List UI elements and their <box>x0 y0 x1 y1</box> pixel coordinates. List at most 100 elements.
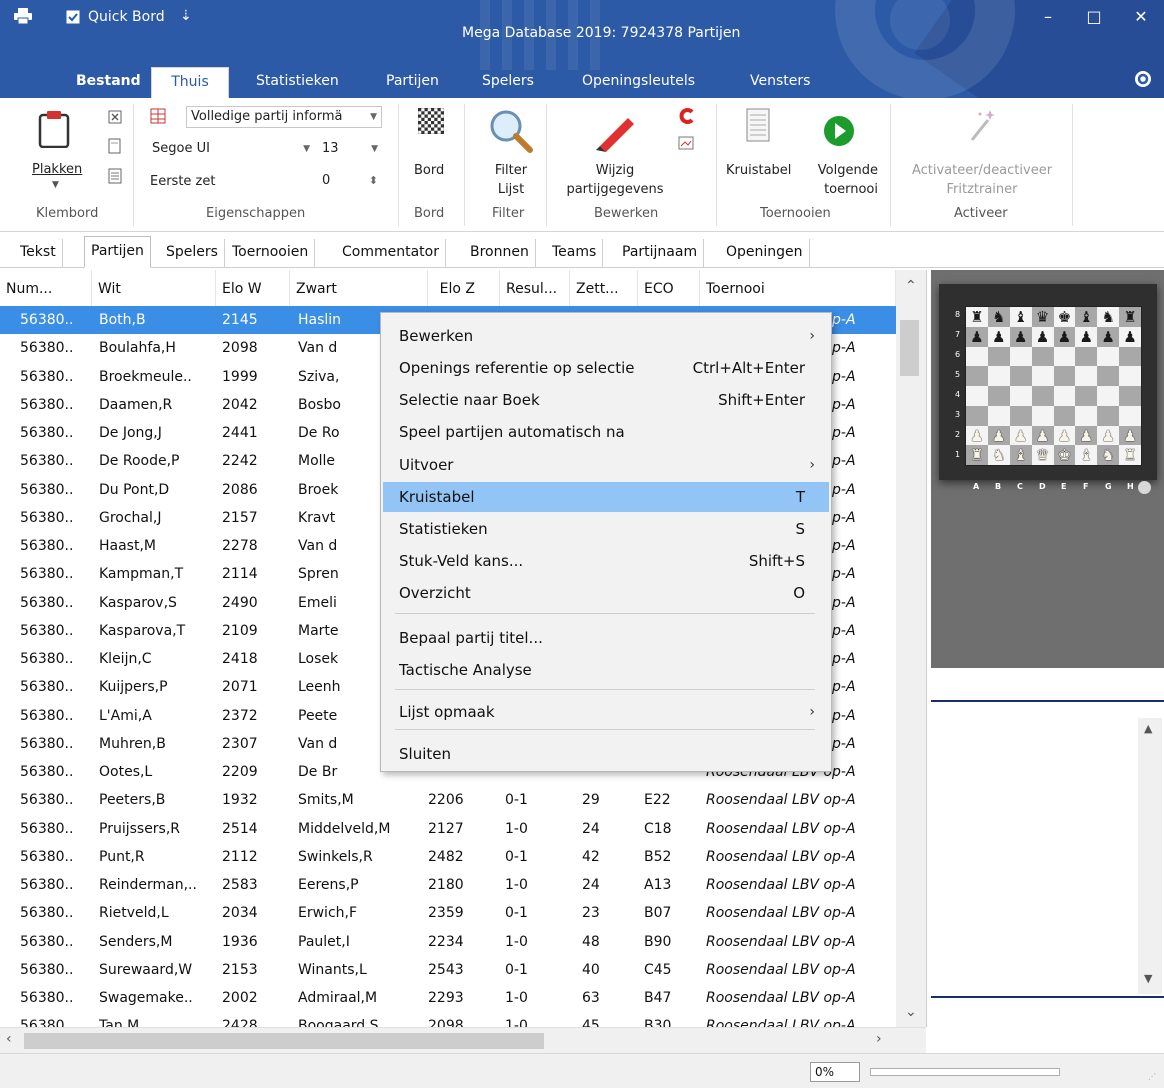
board-square[interactable] <box>1075 346 1098 367</box>
font-combo[interactable]: Segoe UI ▼ <box>148 139 314 161</box>
board-square[interactable] <box>1075 405 1098 426</box>
fritztrainer-button-line1[interactable]: Activateer/deactiveer <box>900 163 1064 178</box>
column-header-toernooi[interactable]: Toernooi <box>700 270 896 308</box>
board-square[interactable] <box>1031 405 1054 426</box>
help-icon[interactable] <box>1134 70 1152 92</box>
bord-button[interactable]: Bord <box>414 163 444 178</box>
fritztrainer-button-line2[interactable]: Fritztrainer <box>900 182 1064 197</box>
menu-item-overzicht[interactable]: Overzicht O <box>383 578 829 608</box>
board-square[interactable] <box>1119 366 1141 386</box>
column-header-num[interactable]: Num... <box>0 270 92 308</box>
magnet-icon[interactable] <box>678 108 694 128</box>
menu-item-selectie-naar-boek[interactable]: Selectie naar Boek Shift+Enter <box>383 385 829 415</box>
scroll-down-icon[interactable]: ⌄ <box>905 1004 917 1020</box>
edit-game-button-line2[interactable]: partijgegevens <box>560 182 670 197</box>
board-square[interactable] <box>1053 405 1076 426</box>
board-square[interactable] <box>1053 366 1076 386</box>
menu-item-lijst-opmaak[interactable]: Lijst opmaak › <box>383 697 829 727</box>
board-square[interactable]: ♟ <box>1097 425 1120 446</box>
image-edit-icon[interactable] <box>678 136 694 154</box>
tab-partijnaam[interactable]: Partijnaam <box>616 239 705 267</box>
board-square[interactable]: ♟ <box>1009 326 1032 347</box>
table-row[interactable]: 56380.. Swagemake.. 2002 Admiraal,M 2293 1-0 6… <box>0 984 896 1012</box>
tab-teams[interactable]: Teams <box>546 239 604 267</box>
board-square[interactable]: ♞ <box>1097 445 1120 465</box>
paste-button[interactable]: Plakken <box>32 162 82 177</box>
filter-button-line1[interactable]: Filter <box>490 163 532 178</box>
board-square[interactable]: ♝ <box>1009 445 1032 465</box>
board-square[interactable] <box>1053 386 1076 406</box>
next-tournament-line2[interactable]: toernooi <box>808 182 878 197</box>
board-square[interactable]: ♟ <box>1031 326 1054 347</box>
table-row[interactable]: 56380.. Surewaard,W 2153 Winants,L 2543 0-1 40… <box>0 956 896 984</box>
cut-icon[interactable] <box>108 110 122 128</box>
board-square[interactable]: ♛ <box>1031 445 1054 465</box>
table-row[interactable]: 56380.. Senders,M 1936 Paulet,I 2234 1-0 48 B90… <box>0 928 896 956</box>
board-square[interactable] <box>1119 405 1141 426</box>
menu-item-stuk-veld-kans[interactable]: Stuk-Veld kans... Shift+S <box>383 546 829 576</box>
board-square[interactable] <box>1031 366 1054 386</box>
board-square[interactable]: ♝ <box>1075 307 1098 327</box>
info-combo[interactable]: Volledige partij informä ▼ <box>186 106 382 128</box>
menu-item-bepaal-partij-titel[interactable]: Bepaal partij titel... <box>383 623 829 653</box>
board-square[interactable]: ♚ <box>1053 445 1076 465</box>
board-square[interactable]: ♟ <box>987 425 1010 446</box>
board-square[interactable] <box>966 405 988 426</box>
board-square[interactable]: ♞ <box>987 307 1010 327</box>
tab-openingen[interactable]: Openingen <box>720 239 810 267</box>
board-square[interactable]: ♟ <box>1119 425 1141 446</box>
board-square[interactable] <box>1097 366 1120 386</box>
table-row[interactable]: 56380.. Peeters,B 1932 Smits,M 2206 0-1 29 E22 R… <box>0 786 896 814</box>
menu-item-speel-partijen-automatisch-na[interactable]: Speel partijen automatisch na <box>383 417 829 447</box>
size-combo[interactable]: 13 ▼ <box>318 139 382 161</box>
tab-bestand[interactable]: Bestand <box>66 67 151 98</box>
table-row[interactable]: 56380.. Reinderman,.. 2583 Eerens,P 2180 1-0 2… <box>0 871 896 899</box>
tab-commentator[interactable]: Commentator <box>336 239 446 267</box>
board-square[interactable] <box>1009 386 1032 406</box>
paste-dropdown-icon[interactable]: ▼ <box>52 180 59 190</box>
chessboard[interactable]: ♜ ♞ ♝ ♛ ♚ ♝ ♞ ♜ ♟ ♟ ♟ ♟ ♟ ♟ ♟ ♟ ♟ ♟ ♟ ♟ ♟ ♟ ♟ ♟ ♜ ♞ ♝ ♛ ♚ ♝ ♞ ♜ <box>965 306 1142 466</box>
resize-grip-icon[interactable]: ⋰ <box>1148 1072 1156 1081</box>
board-square[interactable]: ♝ <box>1075 445 1098 465</box>
minimize-button[interactable]: – <box>1025 0 1071 36</box>
board-square[interactable] <box>1009 366 1032 386</box>
column-header-zwart[interactable]: Zwart <box>290 270 428 308</box>
copy-icon[interactable] <box>108 138 122 158</box>
board-square[interactable]: ♟ <box>966 326 988 347</box>
menu-item-uitvoer[interactable]: Uitvoer › <box>383 450 829 480</box>
board-square[interactable]: ♟ <box>1053 326 1076 347</box>
filter-button-line2[interactable]: Lijst <box>490 182 532 197</box>
notation-pane[interactable] <box>931 730 1164 996</box>
board-square[interactable]: ♟ <box>987 326 1010 347</box>
checkbox-icon[interactable] <box>66 10 80 28</box>
board-square[interactable] <box>1075 386 1098 406</box>
menu-item-statistieken[interactable]: Statistieken S <box>383 514 829 544</box>
board-square[interactable] <box>1097 346 1120 367</box>
notation-scrollbar[interactable]: ▲ ▼ <box>1138 718 1162 994</box>
tab-toernooien[interactable]: Toernooien <box>226 239 316 267</box>
tab-partijen[interactable]: Partijen <box>376 67 449 98</box>
scroll-right-icon[interactable]: › <box>876 1031 882 1047</box>
board-square[interactable]: ♞ <box>1097 307 1120 327</box>
menu-item-openings-referentie-op-selectie[interactable]: Openings referentie op selectie Ctrl+Alt+… <box>383 353 829 383</box>
tab-openingsleutels[interactable]: Openingsleutels <box>572 67 705 98</box>
scroll-up-icon[interactable]: ▲ <box>1144 722 1152 735</box>
board-square[interactable]: ♟ <box>1075 326 1098 347</box>
column-header-zetten[interactable]: Zett... <box>570 270 638 308</box>
board-square[interactable]: ♜ <box>966 307 988 327</box>
menu-item-tactische-analyse[interactable]: Tactische Analyse <box>383 655 829 685</box>
board-square[interactable]: ♟ <box>1075 425 1098 446</box>
board-square[interactable]: ♜ <box>1119 445 1141 465</box>
board-square[interactable] <box>1097 386 1120 406</box>
board-square[interactable]: ♜ <box>966 445 988 465</box>
board-square[interactable]: ♟ <box>1119 326 1141 347</box>
next-tournament-line1[interactable]: Volgende <box>808 163 878 178</box>
board-square[interactable] <box>1009 405 1032 426</box>
table-row[interactable]: 56380.. Punt,R 2112 Swinkels,R 2482 0-1 42 B52 R… <box>0 843 896 871</box>
board-square[interactable]: ♝ <box>1009 307 1032 327</box>
tab-thuis[interactable]: Thuis <box>151 67 229 98</box>
table-row[interactable]: 56380.. Pruijssers,R 2514 Middelveld,M 2127 1… <box>0 815 896 843</box>
table-horizontal-scrollbar[interactable]: ‹ › <box>0 1027 926 1053</box>
board-square[interactable]: ♟ <box>966 425 988 446</box>
column-header-eco[interactable]: ECO <box>638 270 700 308</box>
